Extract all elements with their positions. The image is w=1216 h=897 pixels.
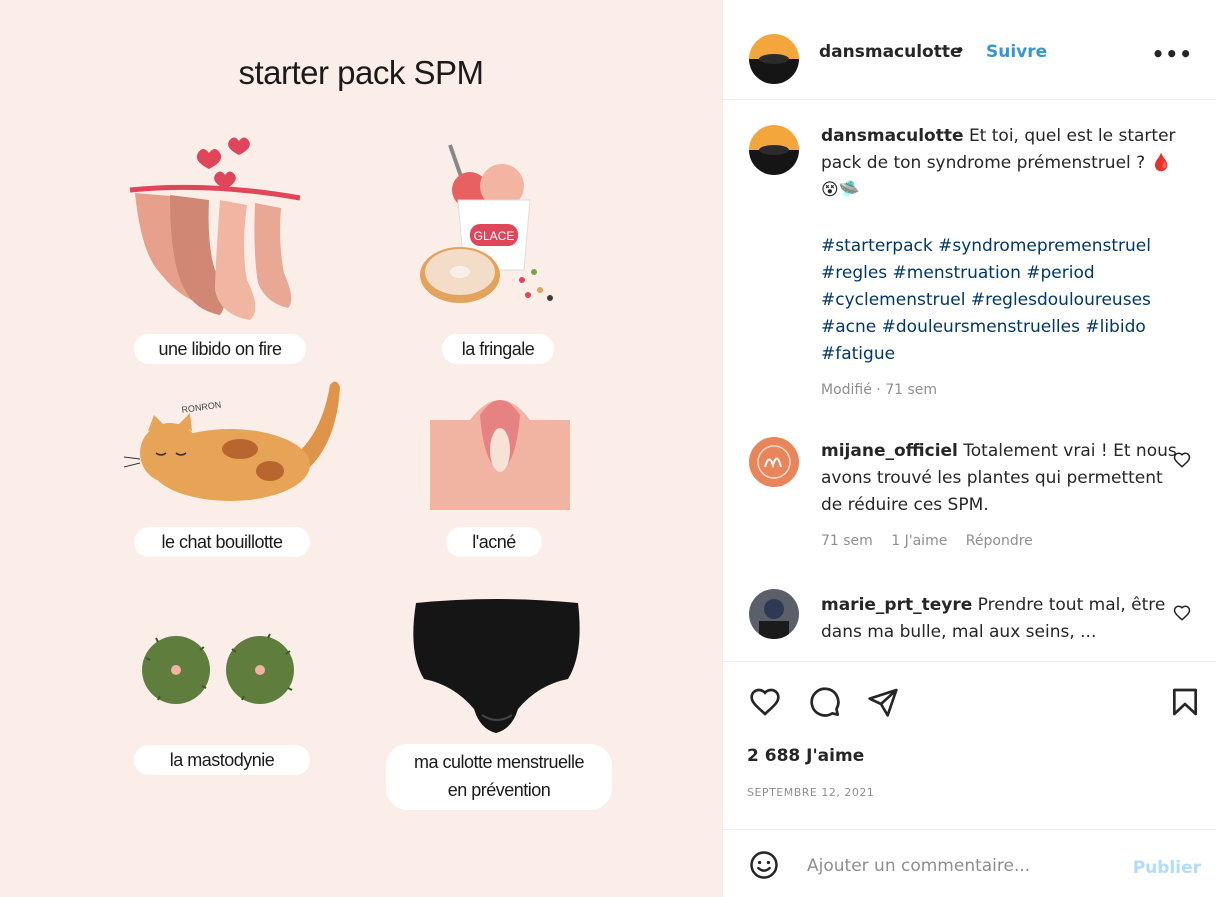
like-heart-icon[interactable] <box>749 686 781 718</box>
mastodynie-illustration <box>142 633 294 704</box>
post-side-panel: dansmaculotte • Suivre ••• dansmaculotte… <box>722 0 1216 897</box>
post-image[interactable]: starter pack SPM une libido on fire GLAC… <box>0 0 722 897</box>
follow-button[interactable]: Suivre <box>986 42 1047 62</box>
add-comment-bar: Publier <box>723 829 1216 897</box>
caption-text-block: dansmaculotte Et toi, quel est le starte… <box>821 123 1181 204</box>
caption-avatar[interactable] <box>749 125 799 175</box>
post-image-title: starter pack SPM <box>238 54 484 91</box>
comment-avatar[interactable] <box>749 589 799 639</box>
post-header: dansmaculotte • Suivre ••• <box>723 0 1216 100</box>
label-culotte-line2: en prévention <box>447 780 551 800</box>
save-bookmark-icon[interactable] <box>1169 686 1201 718</box>
emoji-smiley-icon[interactable] <box>749 850 779 880</box>
comment-text-block: marie_prt_teyre Prendre tout mal, être d… <box>821 592 1181 646</box>
label-mastodynie: la mastodynie <box>134 745 310 775</box>
likes-count[interactable]: 2 688 J'aime <box>747 746 864 766</box>
comment-text-block: mijane_officiel Totalement vrai ! Et nou… <box>821 438 1181 519</box>
reply-button[interactable]: Répondre <box>966 533 1033 549</box>
caption-username[interactable]: dansmaculotte <box>821 126 964 146</box>
acne-illustration <box>430 400 570 510</box>
author-avatar[interactable] <box>749 34 799 84</box>
ice-cream-donut-illustration: GLACE <box>420 144 553 303</box>
ronron-text: RONRON <box>181 400 222 415</box>
label-culotte-menstruelle: ma culotte menstruelle en prévention <box>386 744 612 810</box>
comment-time: 71 sem <box>821 533 873 549</box>
comment-username[interactable]: marie_prt_teyre <box>821 595 972 615</box>
period-underwear-illustration <box>413 599 580 733</box>
comments-list[interactable]: dansmaculotte Et toi, quel est le starte… <box>723 101 1216 661</box>
glace-text: GLACE <box>474 229 515 243</box>
label-fringale: la fringale <box>442 334 554 364</box>
comment-input[interactable] <box>807 856 1107 876</box>
avatar-photo-icon <box>759 599 789 639</box>
comment-meta: 71 sem 1 J'aime Répondre <box>821 533 1047 549</box>
post-actions: 2 688 J'aime SEPTEMBRE 12, 2021 <box>723 661 1216 829</box>
mijane-logo-icon <box>757 445 791 479</box>
comment-like-heart-icon[interactable] <box>1173 451 1191 469</box>
caption-hashtags[interactable]: #starterpack #syndromepremenstruel #regl… <box>821 233 1181 368</box>
cat-illustration: RONRON <box>123 381 340 501</box>
header-separator: • <box>955 41 966 61</box>
label-chat-bouillotte: le chat bouillotte <box>134 527 310 557</box>
comment-bubble-icon[interactable] <box>809 686 841 718</box>
share-send-icon[interactable] <box>867 686 899 718</box>
more-options-button[interactable]: ••• <box>1152 42 1193 66</box>
comment-username[interactable]: mijane_officiel <box>821 441 958 461</box>
author-username[interactable]: dansmaculotte <box>819 42 962 62</box>
comment-likes[interactable]: 1 J'aime <box>891 533 947 549</box>
label-acne: l'acné <box>446 527 542 557</box>
feet-illustration <box>129 137 301 320</box>
publish-button[interactable]: Publier <box>1133 858 1201 878</box>
comment-like-heart-icon[interactable] <box>1173 604 1191 622</box>
label-culotte-line1: ma culotte menstruelle <box>413 752 585 772</box>
comment-avatar[interactable] <box>749 437 799 487</box>
label-libido: une libido on fire <box>134 334 306 364</box>
caption-meta: Modifié · 71 sem <box>821 382 938 398</box>
post-date: SEPTEMBRE 12, 2021 <box>747 786 875 799</box>
